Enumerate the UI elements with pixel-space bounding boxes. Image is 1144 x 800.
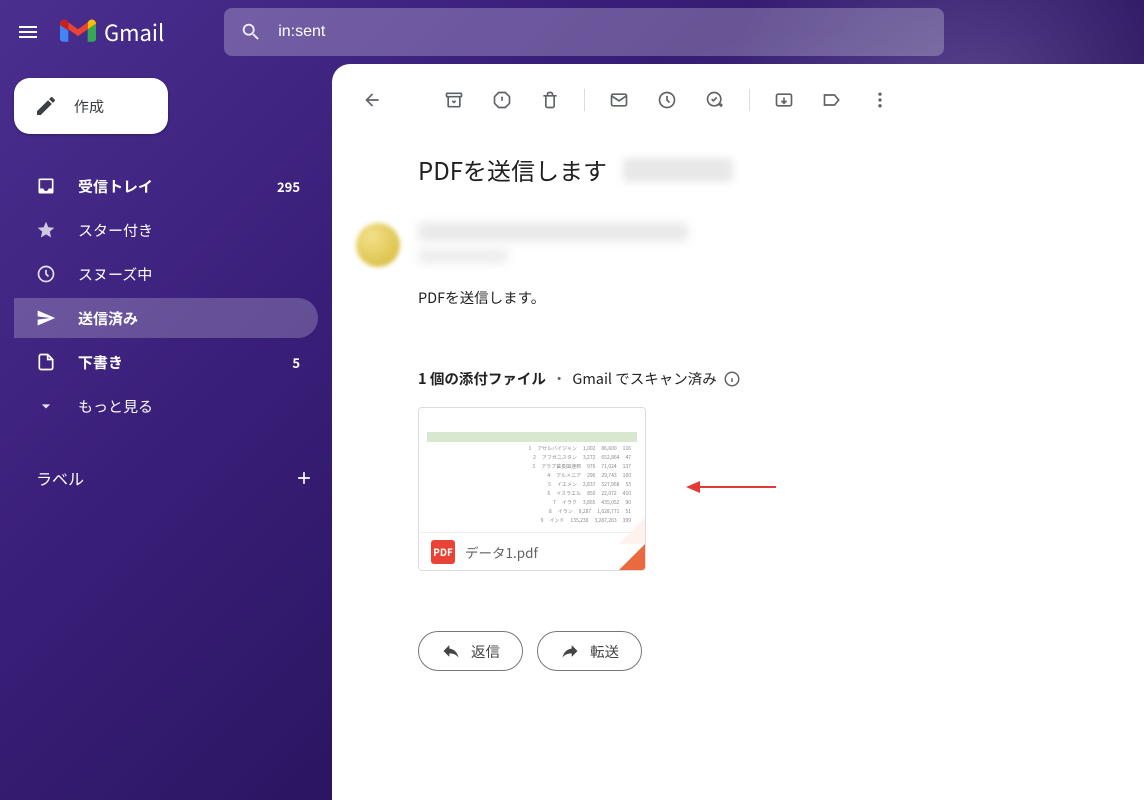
info-icon[interactable] [723, 370, 741, 388]
labels-title: ラベル [36, 466, 84, 490]
snooze-button[interactable] [647, 80, 687, 120]
report-spam-button[interactable] [482, 80, 522, 120]
gmail-logo[interactable]: Gmail [60, 16, 164, 48]
search-bar[interactable] [224, 8, 944, 56]
sidebar-item-label: 送信済み [78, 308, 138, 329]
move-to-button[interactable] [764, 80, 804, 120]
sidebar-item-label: 下書き [78, 352, 123, 373]
pencil-icon [34, 94, 58, 118]
sidebar-item-label: スター付き [78, 220, 153, 241]
sidebar-item-label: スヌーズ中 [78, 264, 152, 285]
message-toolbar [332, 80, 1144, 132]
move-icon [774, 90, 794, 110]
toolbar-separator [749, 89, 750, 111]
star-icon [36, 220, 56, 240]
attachment-filename: データ1.pdf [465, 542, 538, 562]
sidebar: 作成 受信トレイ 295 スター付き スヌーズ中 送信済み 下書き [0, 64, 332, 800]
archive-button[interactable] [434, 80, 474, 120]
message-body: PDFを送信します PDFを送信します。 1 個の添付ファイル ・ Gmail … [332, 132, 1144, 711]
labels-section-header: ラベル [14, 466, 332, 490]
more-button[interactable] [860, 80, 900, 120]
forward-label: 転送 [590, 641, 619, 662]
message-text: PDFを送信します。 [418, 287, 1084, 308]
reply-button[interactable]: 返信 [418, 631, 523, 671]
clock-icon [36, 264, 56, 284]
search-input[interactable] [278, 23, 928, 41]
sidebar-item-sent[interactable]: 送信済み [14, 298, 318, 338]
archive-icon [444, 90, 464, 110]
attachments-count: 1 個の添付ファイル [418, 368, 546, 389]
attachment-thumbnail: 1アゼルバイジャン1,00286,600116 2アフガニスタン3,272652… [419, 408, 645, 532]
sidebar-item-label: 受信トレイ [78, 176, 153, 197]
sender-info-redacted [418, 223, 688, 263]
arrow-back-icon [362, 90, 382, 110]
more-vert-icon [870, 90, 890, 110]
trash-icon [540, 90, 560, 110]
message-pane: PDFを送信します PDFを送信します。 1 個の添付ファイル ・ Gmail … [332, 64, 1144, 800]
inbox-icon [36, 176, 56, 196]
search-icon [240, 21, 262, 43]
sender-block [356, 223, 1084, 267]
file-icon [36, 352, 56, 372]
sidebar-item-more[interactable]: もっと見る [14, 386, 318, 426]
attachment-card[interactable]: 1アゼルバイジャン1,00286,600116 2アフガニスタン3,272652… [418, 407, 646, 571]
mail-icon [609, 90, 629, 110]
pdf-badge-icon: PDF [431, 540, 455, 564]
chevron-down-icon [36, 396, 56, 416]
report-icon [492, 90, 512, 110]
forward-icon [560, 641, 580, 661]
mark-unread-button[interactable] [599, 80, 639, 120]
sidebar-item-label: もっと見る [78, 396, 153, 417]
labels-button[interactable] [812, 80, 852, 120]
send-icon [36, 308, 56, 328]
clock-icon [657, 90, 677, 110]
compose-button[interactable]: 作成 [14, 78, 168, 134]
delete-button[interactable] [530, 80, 570, 120]
annotation-arrow [686, 475, 776, 504]
sidebar-item-drafts[interactable]: 下書き 5 [14, 342, 318, 382]
header: Gmail [0, 0, 1144, 64]
sidebar-nav: 受信トレイ 295 スター付き スヌーズ中 送信済み 下書き 5 [14, 166, 332, 426]
message-actions: 返信 転送 [418, 631, 1084, 671]
toolbar-separator [584, 89, 585, 111]
plus-icon[interactable] [294, 468, 314, 488]
sidebar-item-count: 5 [292, 353, 300, 372]
back-button[interactable] [352, 80, 392, 120]
page-fold-icon [619, 544, 645, 570]
sidebar-item-inbox[interactable]: 受信トレイ 295 [14, 166, 318, 206]
subject-text: PDFを送信します [418, 152, 607, 187]
message-subject: PDFを送信します [418, 152, 1084, 187]
main-menu-button[interactable] [16, 20, 40, 44]
redacted-label [623, 158, 733, 182]
avatar [356, 223, 400, 267]
compose-label: 作成 [74, 96, 104, 117]
forward-button[interactable]: 転送 [537, 631, 642, 671]
attachments-scanned-text: Gmail でスキャン済み [572, 368, 716, 389]
label-icon [822, 90, 842, 110]
add-task-button[interactable] [695, 80, 735, 120]
task-add-icon [705, 90, 725, 110]
reply-icon [441, 641, 461, 661]
attachments-header: 1 個の添付ファイル ・ Gmail でスキャン済み [418, 368, 1084, 389]
gmail-logo-text: Gmail [104, 16, 164, 48]
reply-label: 返信 [471, 641, 500, 662]
gmail-logo-icon [60, 18, 96, 46]
sidebar-item-count: 295 [277, 177, 300, 196]
sidebar-item-snoozed[interactable]: スヌーズ中 [14, 254, 318, 294]
attachment-footer: PDF データ1.pdf [419, 532, 645, 570]
sidebar-item-starred[interactable]: スター付き [14, 210, 318, 250]
